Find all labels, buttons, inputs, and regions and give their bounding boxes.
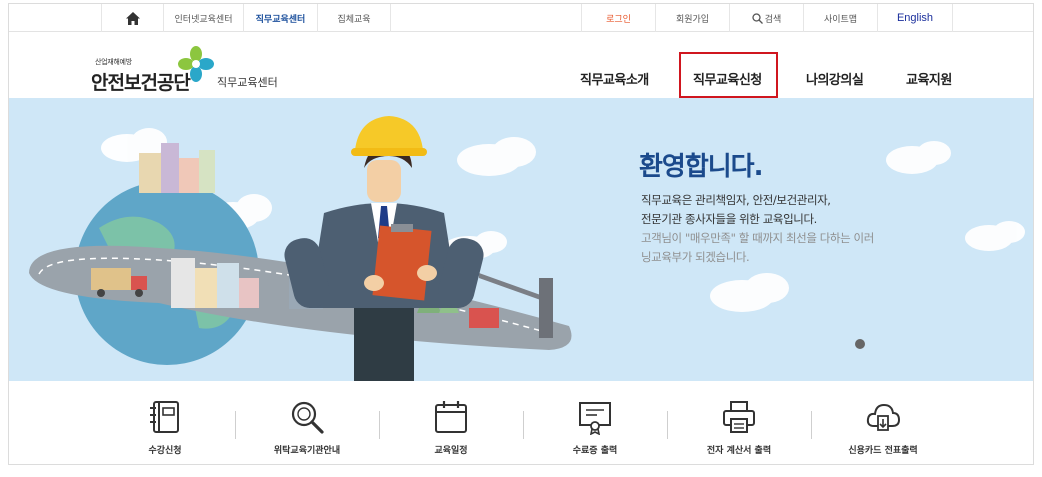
hero-banner: 환영합니다. 직무교육은 관리책임자, 안전/보건관리자, 전문기관 종사자들을… [9, 98, 1033, 381]
search-icon [752, 12, 763, 24]
hero-text-1: 직무교육은 관리책임자, 안전/보건관리자, [641, 193, 831, 207]
home-button[interactable] [101, 4, 163, 32]
logo-subtitle: 직무교육센터 [217, 76, 278, 89]
printer-icon [723, 401, 755, 433]
sitemap-link[interactable]: 사이트맵 [803, 4, 877, 32]
quick-invoice[interactable]: 전자 계산서 출력 [669, 381, 809, 464]
quick-enroll[interactable]: 수강신청 [95, 381, 235, 464]
quick-label: 수료증 출력 [572, 446, 618, 456]
quick-label: 위탁교육기관안내 [273, 446, 341, 456]
join-link[interactable]: 회원가입 [655, 4, 729, 32]
hero-text-4: 닝교육부가 되겠습니다. [641, 250, 750, 264]
calendar-icon [435, 401, 467, 433]
link-internet-edu[interactable]: 인터넷교육센터 [163, 4, 243, 32]
slide-indicator-dot[interactable] [855, 339, 865, 349]
hero-text-3: 고객님이 "매우만족" 할 때까지 최선을 다하는 이러 [641, 231, 874, 245]
site-header: 산업재해예방 안전보건공단 직무교육센터 직무교육소개 직무교육신청 나의강의실… [9, 33, 1033, 101]
search-label: 검색 [764, 14, 782, 25]
quick-label: 교육일정 [434, 446, 468, 456]
english-link[interactable]: English [877, 4, 953, 32]
certificate-icon [579, 402, 611, 435]
logo-title: 안전보건공단 [91, 72, 191, 94]
home-icon [125, 11, 140, 25]
hero-text-2: 전문기관 종사자들을 위한 교육입니다. [641, 212, 817, 226]
top-utility-bar: 인터넷교육센터 직무교육센터 집체교육 로그인 회원가입 검색 사이트맵 Eng… [9, 4, 1033, 32]
page-frame: 인터넷교육센터 직무교육센터 집체교육 로그인 회원가입 검색 사이트맵 Eng… [8, 3, 1034, 465]
search-button[interactable]: 검색 [729, 4, 803, 32]
divider [523, 411, 524, 439]
link-group-edu[interactable]: 집체교육 [317, 4, 391, 32]
quick-institutions[interactable]: 위탁교육기관안내 [237, 381, 377, 464]
divider [811, 411, 812, 439]
divider [379, 411, 380, 439]
nav-support[interactable]: 교육지원 [906, 69, 952, 88]
quick-schedule[interactable]: 교육일정 [381, 381, 521, 464]
link-job-edu[interactable]: 직무교육센터 [243, 4, 317, 32]
divider [235, 411, 236, 439]
notebook-icon [150, 401, 179, 433]
divider [667, 411, 668, 439]
hero-illustration [29, 116, 1025, 381]
nav-intro[interactable]: 직무교육소개 [580, 69, 649, 88]
magnifier-icon [291, 401, 324, 434]
nav-my-classroom[interactable]: 나의강의실 [806, 69, 864, 88]
quick-certificate[interactable]: 수료증 출력 [525, 381, 665, 464]
quick-menu: 수강신청 위탁교육기관안내 교육일정 수료증 출력 전자 계산서 출력 신용카드… [9, 381, 1033, 464]
quick-label: 전자 계산서 출력 [706, 446, 772, 456]
quick-label: 신용카드 전표출력 [848, 446, 918, 456]
quick-card-receipt[interactable]: 신용카드 전표출력 [813, 381, 953, 464]
cross-logo-icon [178, 46, 214, 82]
hero-title: 환영합니다. [639, 152, 763, 182]
cloud-download-icon [866, 403, 901, 431]
logo-tagline: 산업재해예방 [95, 58, 132, 66]
login-link[interactable]: 로그인 [581, 4, 655, 32]
quick-label: 수강신청 [148, 446, 182, 456]
nav-apply[interactable]: 직무교육신청 [693, 69, 762, 88]
